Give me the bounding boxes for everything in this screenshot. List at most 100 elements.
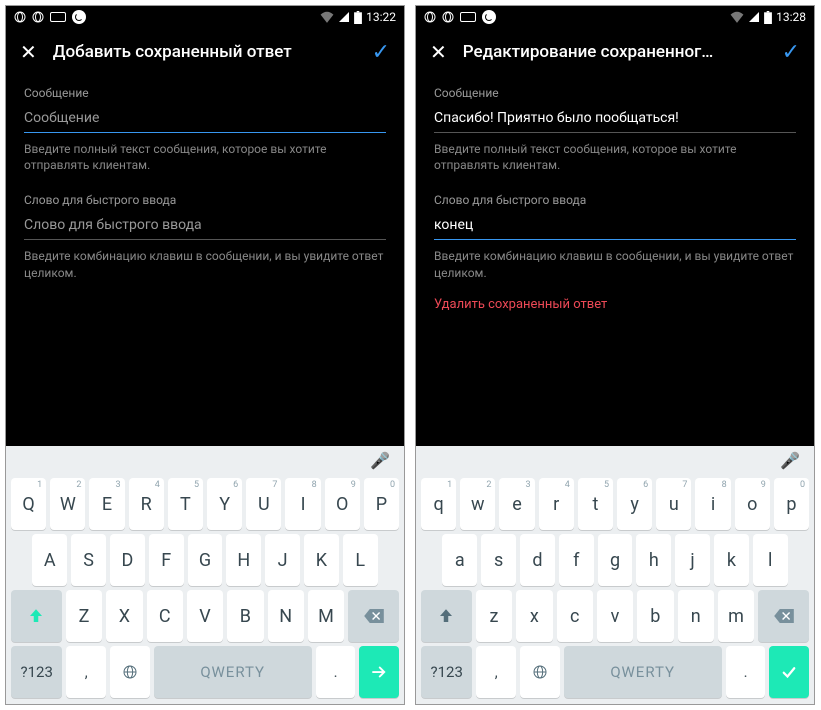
signal-icon xyxy=(748,11,760,23)
key-q[interactable]: q1 xyxy=(421,478,456,530)
key-r[interactable]: r4 xyxy=(539,478,574,530)
shortcut-input[interactable] xyxy=(24,213,386,240)
globe-key[interactable] xyxy=(110,646,150,698)
key-g[interactable]: G xyxy=(188,534,223,586)
key-k[interactable]: k xyxy=(714,534,749,586)
phone-left: 13:22 ✕ Добавить сохраненный ответ ✓ Соо… xyxy=(5,5,405,705)
key-s[interactable]: s xyxy=(481,534,516,586)
key-e[interactable]: e3 xyxy=(499,478,534,530)
backspace-key[interactable] xyxy=(758,590,809,642)
enter-key[interactable] xyxy=(769,646,809,698)
app-header: ✕ Добавить сохраненный ответ ✓ xyxy=(6,28,404,76)
message-input[interactable] xyxy=(434,106,796,133)
keyboard[interactable]: 🎤 Q1W2E3R4T5Y6U7I8O9P0 ASDFGHJKL ZXCVBNM ?1… xyxy=(6,446,404,704)
key-b[interactable]: b xyxy=(637,590,673,642)
symbols-key[interactable]: ?123 xyxy=(11,646,62,698)
keyboard[interactable]: 🎤 q1w2e3r4t5y6u7i8o9p0 asdfghjkl zxcvbnm ?1… xyxy=(416,446,814,704)
key-z[interactable]: z xyxy=(476,590,512,642)
key-l[interactable]: L xyxy=(343,534,378,586)
shift-key[interactable] xyxy=(421,590,472,642)
space-key[interactable]: QWERTY xyxy=(564,646,722,698)
shift-key[interactable] xyxy=(11,590,62,642)
key-s[interactable]: S xyxy=(71,534,106,586)
key-p[interactable]: p0 xyxy=(774,478,809,530)
key-y[interactable]: Y6 xyxy=(207,478,242,530)
key-l[interactable]: l xyxy=(753,534,788,586)
key-t[interactable]: t5 xyxy=(578,478,613,530)
mic-icon[interactable]: 🎤 xyxy=(780,451,800,470)
key-c[interactable]: C xyxy=(147,590,183,642)
key-o[interactable]: o9 xyxy=(735,478,770,530)
key-e[interactable]: E3 xyxy=(89,478,124,530)
confirm-icon[interactable]: ✓ xyxy=(372,40,390,65)
globe-key[interactable] xyxy=(520,646,560,698)
key-v[interactable]: v xyxy=(597,590,633,642)
key-y[interactable]: y6 xyxy=(617,478,652,530)
wifi-icon xyxy=(320,11,334,23)
key-q[interactable]: Q1 xyxy=(11,478,46,530)
key-j[interactable]: j xyxy=(675,534,710,586)
key-m[interactable]: m xyxy=(718,590,754,642)
key-r[interactable]: R4 xyxy=(129,478,164,530)
key-g[interactable]: g xyxy=(598,534,633,586)
mic-icon[interactable]: 🎤 xyxy=(370,451,390,470)
key-h[interactable]: H xyxy=(226,534,261,586)
key-o[interactable]: O9 xyxy=(325,478,360,530)
delete-saved-reply[interactable]: Удалить сохраненный ответ xyxy=(434,297,796,312)
clock: 13:22 xyxy=(366,10,396,24)
key-p[interactable]: P0 xyxy=(364,478,399,530)
confirm-icon[interactable]: ✓ xyxy=(782,40,800,65)
key-i[interactable]: i8 xyxy=(695,478,730,530)
key-n[interactable]: N xyxy=(268,590,304,642)
key-m[interactable]: M xyxy=(308,590,344,642)
shortcut-label: Слово для быстрого ввода xyxy=(434,193,796,207)
enter-key[interactable] xyxy=(359,646,399,698)
period-key[interactable]: . xyxy=(726,646,766,698)
close-icon[interactable]: ✕ xyxy=(20,40,37,64)
key-j[interactable]: J xyxy=(265,534,300,586)
shortcut-label: Слово для быстрого ввода xyxy=(24,193,386,207)
period-key[interactable]: . xyxy=(316,646,356,698)
key-b[interactable]: B xyxy=(227,590,263,642)
opera-icon xyxy=(424,11,436,23)
comma-key[interactable]: , xyxy=(476,646,516,698)
key-a[interactable]: A xyxy=(32,534,67,586)
key-w[interactable]: w2 xyxy=(460,478,495,530)
key-f[interactable]: F xyxy=(149,534,184,586)
close-icon[interactable]: ✕ xyxy=(430,40,447,64)
key-z[interactable]: Z xyxy=(66,590,102,642)
kb-rows-right: q1w2e3r4t5y6u7i8o9p0 asdfghjkl zxcvbnm ?123… xyxy=(416,474,814,704)
key-t[interactable]: T5 xyxy=(168,478,203,530)
key-d[interactable]: D xyxy=(110,534,145,586)
symbols-key[interactable]: ?123 xyxy=(421,646,472,698)
opera-icon xyxy=(442,11,454,23)
message-label: Сообщение xyxy=(434,86,796,100)
key-n[interactable]: n xyxy=(678,590,714,642)
page-title: Добавить сохраненный ответ xyxy=(53,42,356,62)
opera-icon xyxy=(14,11,26,23)
message-input[interactable] xyxy=(24,106,386,133)
key-x[interactable]: X xyxy=(106,590,142,642)
message-hint: Введите полный текст сообщения, которое … xyxy=(434,141,796,173)
key-v[interactable]: V xyxy=(187,590,223,642)
key-x[interactable]: x xyxy=(516,590,552,642)
message-hint: Введите полный текст сообщения, которое … xyxy=(24,141,386,173)
shortcut-input[interactable] xyxy=(434,213,796,240)
key-f[interactable]: f xyxy=(559,534,594,586)
phone-right: 13:28 ✕ Редактирование сохраненног… ✓ Со… xyxy=(415,5,815,705)
key-w[interactable]: W2 xyxy=(50,478,85,530)
shortcut-hint: Введите комбинацию клавиш в сообщении, и… xyxy=(24,248,386,280)
key-u[interactable]: u7 xyxy=(656,478,691,530)
key-d[interactable]: d xyxy=(520,534,555,586)
space-key[interactable]: QWERTY xyxy=(154,646,312,698)
key-h[interactable]: h xyxy=(636,534,671,586)
key-c[interactable]: c xyxy=(557,590,593,642)
backspace-key[interactable] xyxy=(348,590,399,642)
key-a[interactable]: a xyxy=(442,534,477,586)
status-bar: 13:22 xyxy=(6,6,404,28)
message-label: Сообщение xyxy=(24,86,386,100)
key-u[interactable]: U7 xyxy=(246,478,281,530)
key-i[interactable]: I8 xyxy=(285,478,320,530)
comma-key[interactable]: , xyxy=(66,646,106,698)
key-k[interactable]: K xyxy=(304,534,339,586)
